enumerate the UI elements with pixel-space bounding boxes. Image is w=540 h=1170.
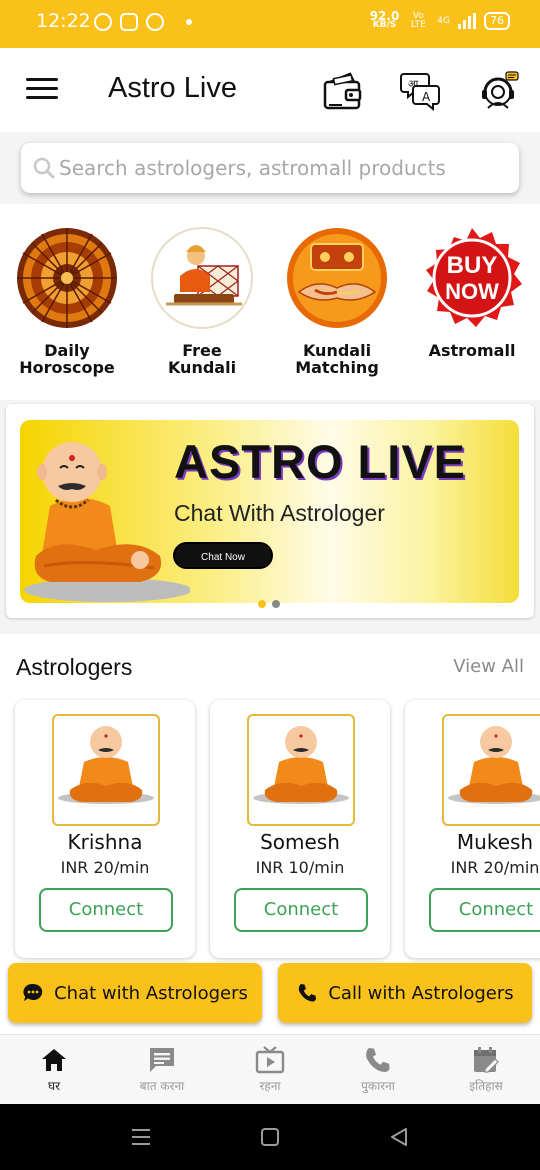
astrologer-rate: INR 10/min xyxy=(255,858,345,877)
matching-hands-icon xyxy=(287,228,387,328)
phone-icon xyxy=(366,1048,390,1072)
banner-carousel[interactable]: ASTRO LIVE Chat With Astrologer Chat Now xyxy=(6,404,534,618)
live-tv-icon xyxy=(255,1046,285,1074)
customer-support-icon[interactable] xyxy=(478,70,520,112)
chat-icon xyxy=(150,1048,174,1072)
astrologer-rate: INR 20/min xyxy=(450,858,540,877)
search-section xyxy=(0,132,540,204)
nav-home[interactable]: घर xyxy=(0,1045,108,1094)
zodiac-wheel-icon xyxy=(17,228,117,328)
search-input[interactable] xyxy=(59,143,509,193)
phone-icon xyxy=(299,984,317,1002)
nav-live[interactable]: रहना xyxy=(216,1045,324,1094)
buy-badge-line2: NOW xyxy=(445,279,499,304)
category-label: Kundali Matching xyxy=(295,341,379,377)
kundali-icon xyxy=(151,227,253,329)
astrologer-avatar-image xyxy=(448,726,540,804)
nav-label: पुकारना xyxy=(361,1079,395,1093)
whatsapp-icon xyxy=(94,13,112,31)
connect-button[interactable]: Connect xyxy=(234,888,368,932)
network-label: 4G xyxy=(437,15,450,26)
status-bar: 12:22 92.0 KB/S Vo LTE 4G 76 xyxy=(0,0,540,48)
facebook-icon xyxy=(146,13,164,31)
banner-subtitle: Chat With Astrologer xyxy=(174,500,385,526)
astrologer-card[interactable]: Mukesh INR 20/min Connect xyxy=(405,700,540,958)
astrologer-name: Krishna xyxy=(67,830,143,854)
buy-now-badge-icon: BUY NOW xyxy=(426,228,522,327)
category-daily-horoscope[interactable]: Daily Horoscope xyxy=(7,226,127,376)
category-label: Astromall xyxy=(428,341,516,360)
astrologer-card[interactable]: Krishna INR 20/min Connect xyxy=(15,700,195,958)
category-row: Daily Horoscope Free Kundali Kundali Mat… xyxy=(0,204,540,400)
notification-icons xyxy=(94,13,192,31)
nav-call[interactable]: पुकारना xyxy=(324,1045,432,1094)
astrologer-rate: INR 20/min xyxy=(60,858,150,877)
nav-chat[interactable]: बात करना xyxy=(108,1045,216,1094)
instagram-icon xyxy=(120,13,138,31)
system-navigation-bar xyxy=(0,1104,540,1170)
search-icon xyxy=(33,157,55,179)
astrologer-avatar xyxy=(442,714,540,826)
carousel-dot-active[interactable] xyxy=(258,600,266,608)
nav-label: रहना xyxy=(259,1079,281,1093)
volte-label: Vo LTE xyxy=(410,11,426,30)
astrologer-card[interactable]: Somesh INR 10/min Connect xyxy=(210,700,390,958)
recent-apps-icon[interactable] xyxy=(130,1126,152,1148)
net-speed: 92.0 KB/S xyxy=(370,10,400,30)
call-button-label: Call with Astrologers xyxy=(328,982,514,1004)
svg-text:A: A xyxy=(422,90,431,104)
connect-button[interactable]: Connect xyxy=(429,888,540,932)
banner-slide[interactable]: ASTRO LIVE Chat With Astrologer Chat Now xyxy=(20,420,519,603)
language-translate-icon[interactable]: आ A xyxy=(400,70,442,112)
astrologer-avatar xyxy=(247,714,355,826)
search-bar[interactable] xyxy=(21,143,519,193)
view-all-link[interactable]: View All xyxy=(453,656,524,677)
bottom-navigation: घर बात करना रहना पुकारना इतिहास xyxy=(0,1034,540,1104)
call-with-astrologers-button[interactable]: Call with Astrologers xyxy=(278,963,532,1023)
chat-bubble-icon xyxy=(23,983,43,1001)
history-icon xyxy=(474,1047,499,1073)
app-title: Astro Live xyxy=(108,72,237,104)
astrologer-illustration xyxy=(24,442,190,602)
category-free-kundali[interactable]: Free Kundali xyxy=(142,226,262,376)
app-screen: 12:22 92.0 KB/S Vo LTE 4G 76 Astro Live xyxy=(0,0,540,1170)
astrologer-avatar-image xyxy=(253,726,349,804)
astrologer-name: Somesh xyxy=(260,830,340,854)
wallet-icon[interactable] xyxy=(322,70,364,112)
battery-icon: 76 xyxy=(484,12,510,30)
banner-title: ASTRO LIVE xyxy=(174,435,467,488)
category-kundali-matching[interactable]: Kundali Matching xyxy=(277,226,397,376)
section-title: Astrologers xyxy=(16,654,133,680)
chat-now-button[interactable]: Chat Now xyxy=(173,542,273,569)
category-label: Daily Horoscope xyxy=(19,341,115,377)
menu-button[interactable] xyxy=(26,78,58,102)
home-icon xyxy=(42,1049,66,1071)
chat-button-label: Chat with Astrologers xyxy=(54,982,248,1004)
signal-icon xyxy=(458,13,476,29)
nav-label: इतिहास xyxy=(469,1079,503,1093)
category-label: Free Kundali xyxy=(167,341,237,377)
home-button-icon[interactable] xyxy=(259,1126,281,1148)
chat-with-astrologers-button[interactable]: Chat with Astrologers xyxy=(8,963,262,1023)
more-notifications-icon xyxy=(186,19,192,25)
nav-history[interactable]: इतिहास xyxy=(432,1045,540,1094)
category-astromall[interactable]: BUY NOW Astromall xyxy=(412,226,532,359)
back-icon[interactable] xyxy=(388,1126,410,1148)
buy-badge-line1: BUY xyxy=(447,252,498,279)
nav-label: बात करना xyxy=(139,1079,185,1093)
nav-label: घर xyxy=(47,1079,60,1093)
astrologer-avatar-image xyxy=(58,726,154,804)
carousel-dots xyxy=(258,600,280,608)
net-speed-unit: KB/S xyxy=(372,20,397,30)
connect-button[interactable]: Connect xyxy=(39,888,173,932)
carousel-dot[interactable] xyxy=(272,600,280,608)
astrologer-name: Mukesh xyxy=(456,830,534,854)
astrologer-avatar xyxy=(52,714,160,826)
status-right: 92.0 KB/S Vo LTE 4G 76 xyxy=(370,10,510,30)
app-header: Astro Live आ A xyxy=(0,48,540,132)
status-time: 12:22 xyxy=(36,10,91,32)
